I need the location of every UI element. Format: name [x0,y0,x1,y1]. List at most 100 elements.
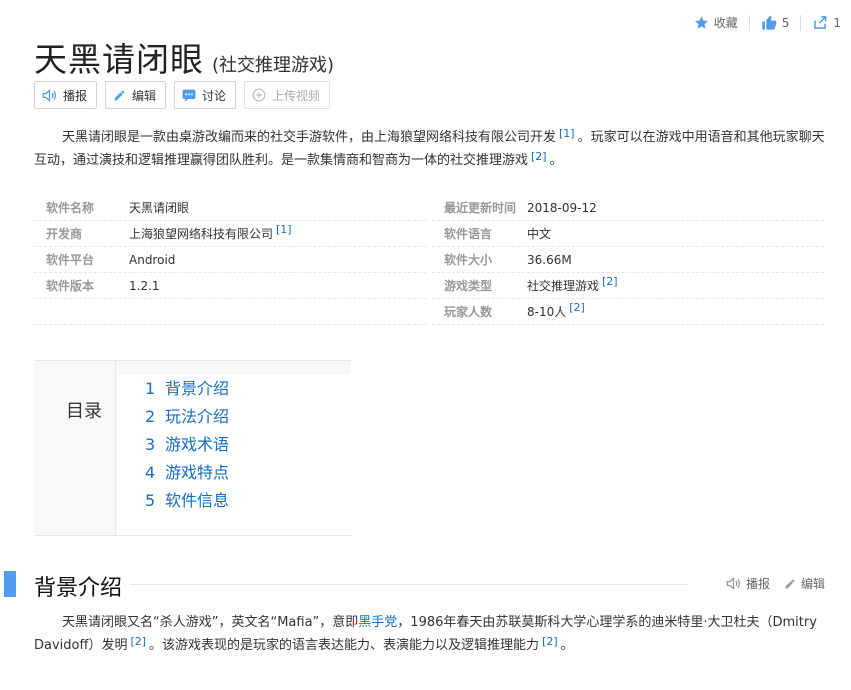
info-value: 上海狼望网络科技有限公司 [129,227,274,241]
info-value: 天黑请闭眼 [129,201,190,215]
upload-video-label: 上传视频 [272,88,321,103]
section-divider [130,584,688,585]
play-button[interactable]: 播报 [34,81,98,109]
paragraph-text: 天黑请闭眼又名“杀人游戏”，英文名“Mafia”，意即 [62,615,359,630]
section-play-label: 播报 [745,577,770,591]
toc-item-text: 游戏特点 [165,463,230,482]
paragraph-text: 。该游戏表现的是玩家的语言表达能力、表演能力以及逻辑推理能力 [149,638,540,653]
toc-item[interactable]: 2 玩法介绍 [145,403,351,431]
share-count: 1 [833,15,841,30]
share-icon [814,16,827,29]
lemma-summary: 天黑请闭眼是一款由桌游改编而来的社交手游软件，由上海狼望网络科技有限公司开发 [1… [34,126,832,172]
speaker-icon [42,88,56,102]
inner-link[interactable]: 黑手党 [358,615,397,630]
info-key: 软件版本 [46,279,95,293]
upload-video-button[interactable]: 上传视频 [244,81,331,109]
info-value: 8-10人 [527,305,567,319]
info-row: 软件名称 天黑请闭眼 [34,195,426,221]
section-play-button[interactable]: 播报 [726,575,770,592]
toc-item[interactable]: 4 游戏特点 [145,459,351,487]
paragraph-text: 。 [560,638,574,653]
reference-link[interactable]: [2] [531,150,547,163]
edit-label: 编辑 [132,88,157,103]
section-edit-button[interactable]: 编辑 [784,575,825,592]
reference-link[interactable]: [2] [130,635,146,648]
section-edit-label: 编辑 [800,577,825,591]
info-value: 36.66M [527,252,572,267]
toc-item-number: 5 [145,491,156,510]
toc-item[interactable]: 5 软件信息 [145,487,351,515]
entry-toolbar: 播报 编辑 讨论 上传视频 [34,81,331,109]
collect-button[interactable]: 收藏 [694,14,738,31]
info-key: 玩家人数 [444,305,493,319]
thumbs-up-icon [762,15,777,30]
basic-info-right: 最近更新时间 2018-09-12 软件语言 中文 软件大小 36.66M 游戏类型 社… [432,195,824,325]
info-value: 中文 [527,227,552,241]
info-row: 玩家人数 8-10人 [2] [432,299,824,325]
reference-link[interactable]: [2] [569,301,585,314]
star-icon [694,16,708,29]
edit-button[interactable]: 编辑 [105,81,167,109]
info-row: 软件大小 36.66M [432,247,824,273]
play-label: 播报 [63,88,88,103]
basic-info-table: 软件名称 天黑请闭眼 开发商 上海狼望网络科技有限公司 [1] 软件平台 Android… [34,195,824,325]
info-key: 最近更新时间 [444,201,517,215]
toc-item-number: 2 [145,407,156,426]
toc-item-number: 3 [145,435,156,454]
toc-label-box: 目录 [34,361,116,535]
info-key: 软件平台 [46,253,95,267]
info-key: 软件大小 [444,253,493,267]
info-value: 2018-09-12 [527,200,597,215]
info-value: 1.2.1 [129,278,160,293]
toc-list: 1 背景介绍 2 玩法介绍 3 游戏术语 4 游戏特点 5 软件信息 [117,375,351,535]
summary-text: 天黑请闭眼是一款由桌游改编而来的社交手游软件，由上海狼望网络科技有限公司开发 [62,130,557,145]
toc-item-text: 玩法介绍 [165,407,230,426]
toc-label: 目录 [66,401,102,422]
speaker-icon [726,577,740,590]
page-title-row: 天黑请闭眼 (社交推理游戏) [34,33,334,81]
page-subtitle: (社交推理游戏) [212,55,335,76]
section-tools: 播报 编辑 [726,575,825,592]
share-button[interactable]: 1 [812,15,841,30]
info-value: Android [129,252,176,267]
section-paragraph: 天黑请闭眼又名“杀人游戏”，英文名“Mafia”，意即黑手党，1986年春天由苏… [34,611,832,657]
toc-item[interactable]: 3 游戏术语 [145,431,351,459]
plus-circle-icon [252,88,266,102]
pencil-icon [114,90,125,100]
toc-item[interactable]: 1 背景介绍 [145,375,351,403]
reference-link[interactable]: [2] [542,635,558,648]
article-actions: 收藏 5 1 [694,14,841,31]
divider [748,14,750,31]
chat-icon [182,89,196,102]
info-row-empty [34,299,426,325]
info-key: 软件名称 [46,201,95,215]
section-marker [4,571,16,597]
like-button[interactable]: 5 [761,15,790,31]
info-value: 社交推理游戏 [527,279,600,293]
info-row: 开发商 上海狼望网络科技有限公司 [1] [34,221,426,247]
toc-item-number: 1 [145,379,156,398]
reference-link[interactable]: [2] [602,275,618,288]
info-row: 软件平台 Android [34,247,426,273]
reference-link[interactable]: [1] [559,127,575,140]
page-title: 天黑请闭眼 [34,40,204,79]
toc-item-number: 4 [145,463,156,482]
info-row: 最近更新时间 2018-09-12 [432,195,824,221]
discuss-button[interactable]: 讨论 [174,81,237,109]
divider [800,14,802,31]
like-count: 5 [781,15,790,30]
info-key: 软件语言 [444,227,493,241]
table-of-contents: 目录 1 背景介绍 2 玩法介绍 3 游戏术语 4 游戏特点 5 软件信息 [34,360,351,536]
info-key: 游戏类型 [444,279,493,293]
toc-item-text: 软件信息 [165,491,230,510]
collect-label: 收藏 [713,16,738,30]
section-title: 背景介绍 [34,576,123,601]
info-row: 软件语言 中文 [432,221,824,247]
info-key: 开发商 [46,227,83,241]
reference-link[interactable]: [1] [276,223,292,236]
toc-item-text: 游戏术语 [165,435,230,454]
toc-item-text: 背景介绍 [165,379,230,398]
pencil-icon [785,579,795,588]
basic-info-left: 软件名称 天黑请闭眼 开发商 上海狼望网络科技有限公司 [1] 软件平台 Android… [34,195,426,325]
info-row: 软件版本 1.2.1 [34,273,426,299]
